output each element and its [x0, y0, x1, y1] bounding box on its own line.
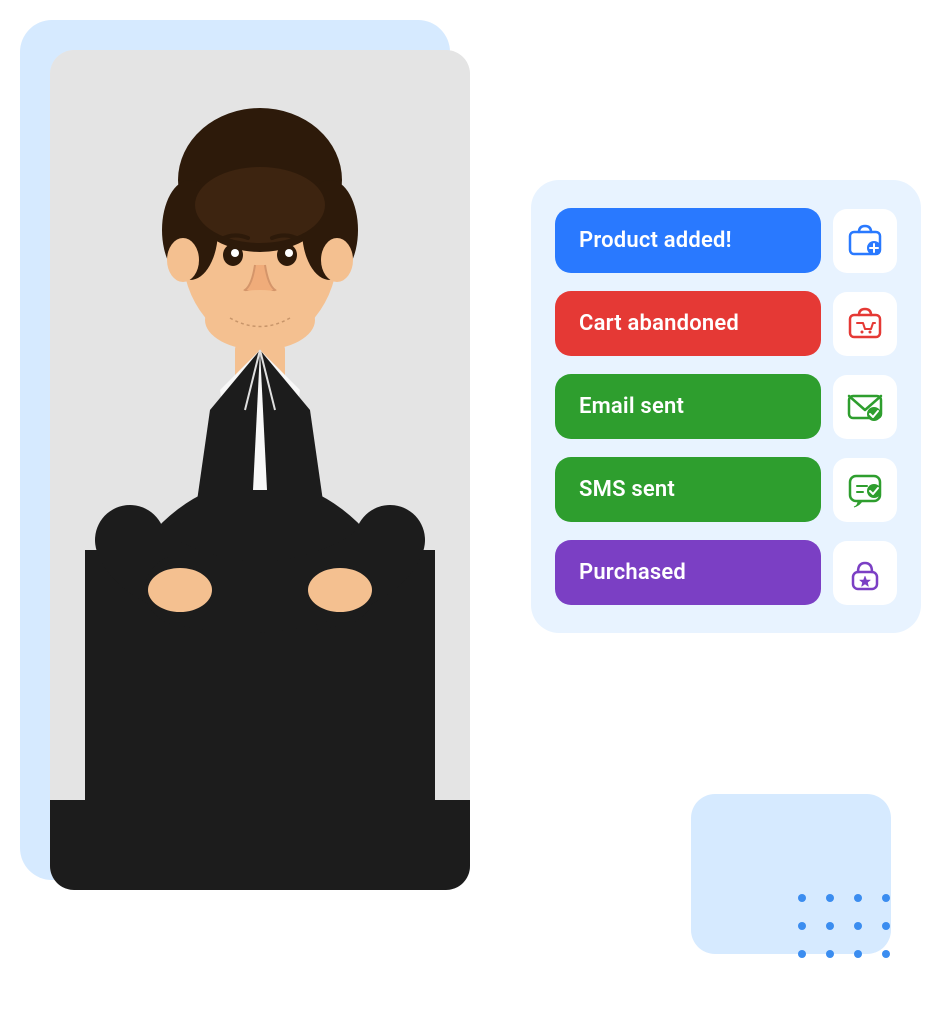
dot: [882, 950, 890, 958]
person-background: [50, 50, 470, 890]
dot: [798, 950, 806, 958]
sms-sent-icon-box: [833, 458, 897, 522]
email-sent-icon-box: [833, 375, 897, 439]
email-sent-label: Email sent: [555, 374, 821, 439]
store-cart-icon: [846, 305, 884, 343]
lock-star-icon: [846, 554, 884, 592]
card-row-sms-sent: SMS sent: [555, 457, 897, 522]
card-row-product-added: Product added!: [555, 208, 897, 273]
card-row-email-sent: Email sent: [555, 374, 897, 439]
dot: [854, 950, 862, 958]
dot: [882, 894, 890, 902]
dot: [798, 922, 806, 930]
product-added-icon-box: [833, 209, 897, 273]
purchased-icon-box: [833, 541, 897, 605]
card-row-cart-abandoned: Cart abandoned: [555, 291, 897, 356]
cart-abandoned-label: Cart abandoned: [555, 291, 821, 356]
person-illustration: [50, 50, 470, 890]
dot: [826, 922, 834, 930]
sms-icon: [846, 471, 884, 509]
cart-abandoned-icon-box: [833, 292, 897, 356]
dot: [826, 950, 834, 958]
email-check-icon: [846, 388, 884, 426]
dot: [854, 922, 862, 930]
purchased-label: Purchased: [555, 540, 821, 605]
dot: [798, 894, 806, 902]
scene: Product added! Cart abandoned: [0, 0, 951, 1014]
card-panel: Product added! Cart abandoned: [531, 180, 921, 633]
card-row-purchased: Purchased: [555, 540, 897, 605]
store-plus-icon: [846, 222, 884, 260]
dot: [854, 894, 862, 902]
product-added-label: Product added!: [555, 208, 821, 273]
dot: [882, 922, 890, 930]
dots-decoration: [798, 894, 896, 964]
sms-sent-label: SMS sent: [555, 457, 821, 522]
dot: [826, 894, 834, 902]
